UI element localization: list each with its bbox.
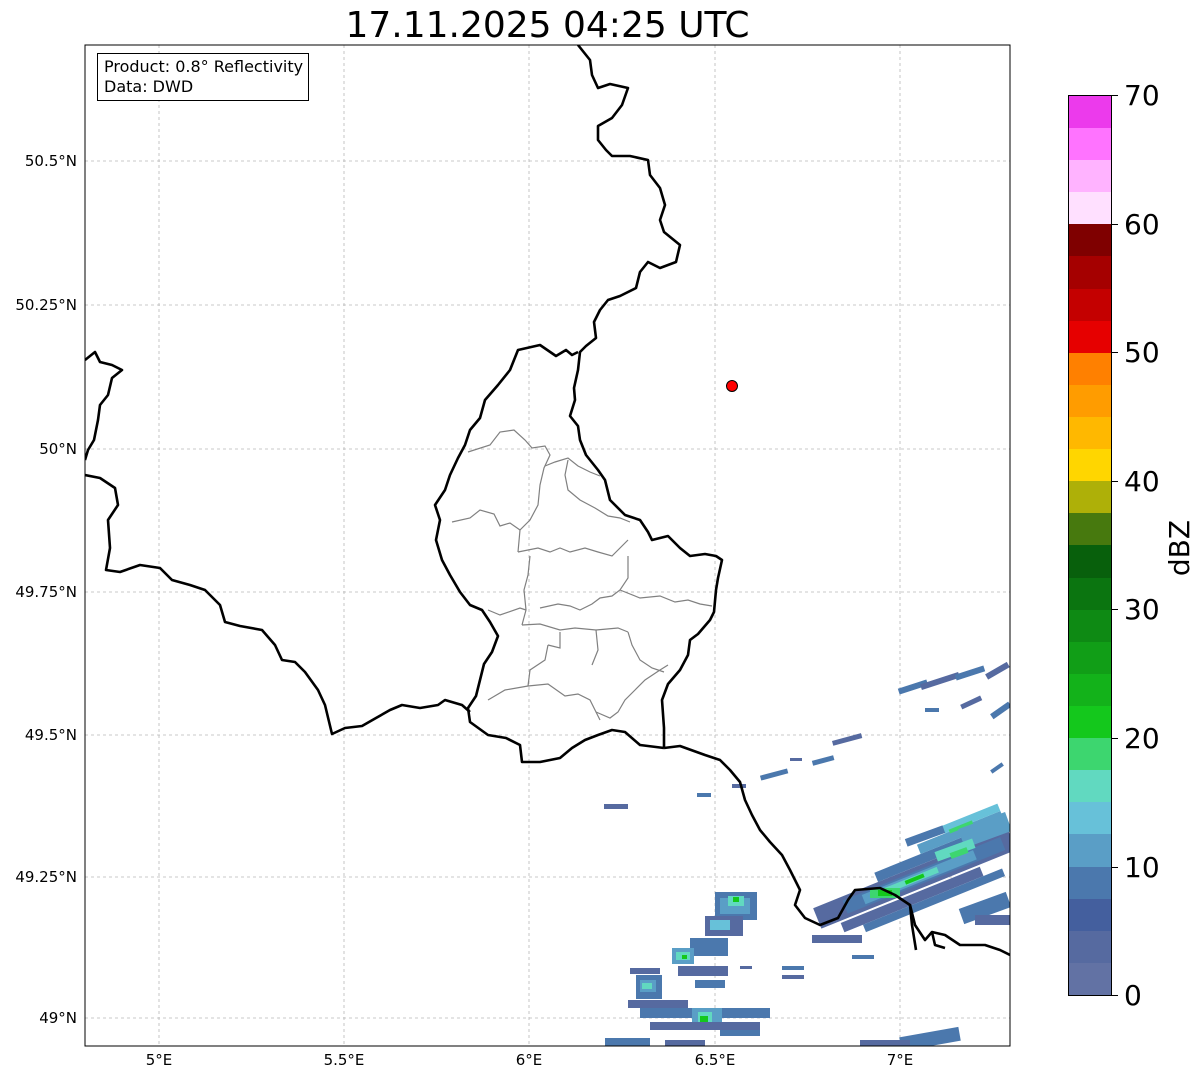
lat-tick-label: 49.5°N — [24, 726, 77, 744]
radar-echoes — [604, 661, 1010, 1046]
lat-tick-label: 50.25°N — [15, 296, 77, 314]
colorbar-tick — [1112, 738, 1118, 739]
data-source-label: Data: DWD — [104, 77, 194, 96]
national-borders — [85, 45, 1010, 957]
colorbar-segment — [1069, 962, 1111, 995]
colorbar-segment — [1069, 609, 1111, 642]
lon-tick-label: 7°E — [886, 1051, 914, 1069]
colorbar-segment — [1069, 481, 1111, 514]
colorbar-tick-label: 70 — [1124, 79, 1160, 112]
product-info-box: Product: 0.8° Reflectivity Data: DWD — [97, 53, 310, 101]
colorbar-tick — [1112, 481, 1118, 482]
colorbar-tick-label: 40 — [1124, 465, 1160, 498]
colorbar-segment — [1069, 770, 1111, 803]
lon-tick-label: 5.5°E — [323, 1051, 365, 1069]
colorbar-tick — [1112, 95, 1118, 96]
colorbar-tick-label: 0 — [1124, 979, 1142, 1012]
colorbar-tick-label: 50 — [1124, 336, 1160, 369]
colorbar-tick — [1112, 352, 1118, 353]
colorbar-segment — [1069, 706, 1111, 739]
colorbar-segment — [1069, 224, 1111, 257]
colorbar-segment — [1069, 545, 1111, 578]
colorbar-segment — [1069, 384, 1111, 418]
colorbar-segment — [1069, 417, 1111, 450]
radar-map[interactable] — [0, 0, 1202, 1081]
colorbar-segment — [1069, 256, 1111, 289]
colorbar-segment — [1069, 352, 1111, 385]
colorbar-segment — [1069, 320, 1111, 353]
lon-tick-label: 5°E — [145, 1051, 173, 1069]
colorbar-segment — [1069, 577, 1111, 610]
colorbar-segment — [1069, 802, 1111, 835]
colorbar-segment — [1069, 866, 1111, 899]
colorbar-segment — [1069, 513, 1111, 546]
product-label: Product: 0.8° Reflectivity — [104, 57, 304, 76]
colorbar-segment — [1069, 449, 1111, 482]
colorbar-tick-label: 10 — [1124, 851, 1160, 884]
colorbar-segment — [1069, 128, 1111, 161]
colorbar-tick — [1112, 609, 1118, 610]
colorbar-segment — [1069, 288, 1111, 321]
lon-tick-label: 6°E — [515, 1051, 543, 1069]
colorbar-segment — [1069, 930, 1111, 963]
colorbar-segment — [1069, 673, 1111, 707]
colorbar-tick-label: 30 — [1124, 593, 1160, 626]
colorbar-segment — [1069, 192, 1111, 225]
lon-tick-label: 6.5°E — [694, 1051, 736, 1069]
lat-tick-label: 49.25°N — [15, 868, 77, 886]
colorbar-segment — [1069, 641, 1111, 674]
lat-tick-label: 50.5°N — [24, 152, 77, 170]
colorbar-segment — [1069, 738, 1111, 771]
colorbar-tick — [1112, 224, 1118, 225]
colorbar-unit-label: dBZ — [1163, 519, 1196, 577]
lat-tick-label: 49.75°N — [15, 583, 77, 601]
lat-tick-label: 49°N — [39, 1009, 77, 1027]
colorbar-segment — [1069, 834, 1111, 867]
lat-tick-label: 50°N — [39, 440, 77, 458]
colorbar-segment — [1069, 898, 1111, 931]
colorbar-segment — [1069, 96, 1111, 129]
colorbar-segment — [1069, 160, 1111, 193]
radar-site-marker — [726, 380, 738, 392]
colorbar-tick — [1112, 867, 1118, 868]
colorbar-tick-label: 60 — [1124, 208, 1160, 241]
colorbar — [1068, 95, 1112, 996]
colorbar-tick — [1112, 995, 1118, 996]
colorbar-tick-label: 20 — [1124, 722, 1160, 755]
